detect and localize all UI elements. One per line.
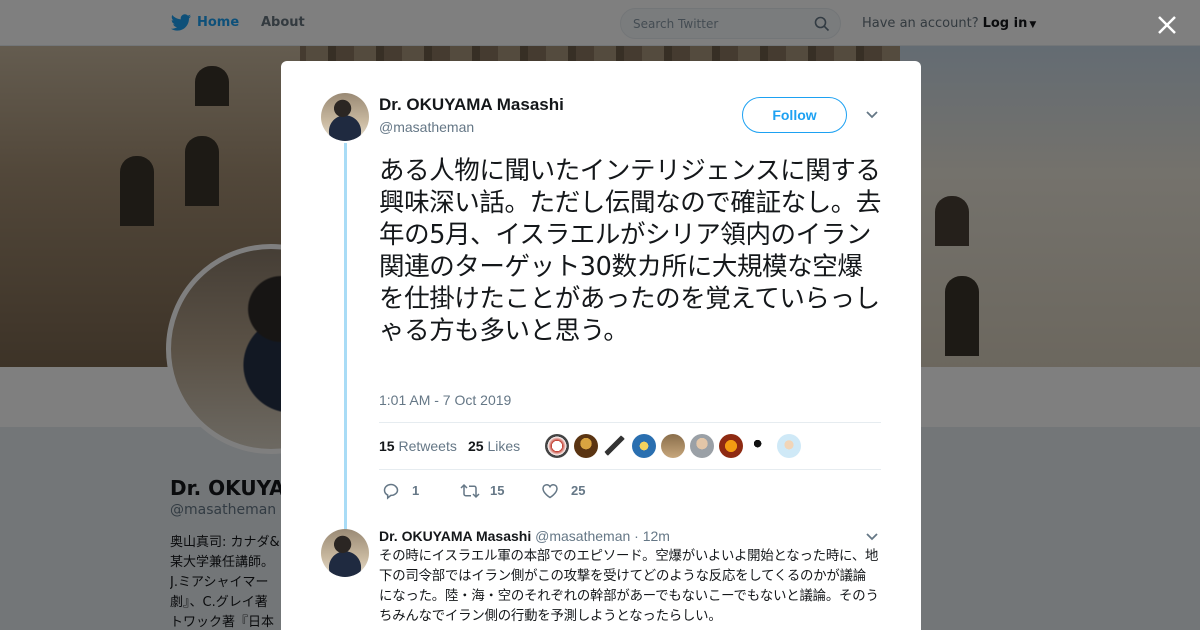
retweet-icon [460, 483, 480, 499]
retweet-action-count: 15 [490, 483, 505, 498]
retweets-label: Retweets [398, 438, 457, 454]
liker-avatar[interactable] [545, 434, 569, 458]
reply-header: Dr. OKUYAMA Masashi @masatheman · 12m [379, 528, 670, 544]
liker-avatar[interactable] [777, 434, 801, 458]
reply-text: その時にイスラエル軍の本部でのエピソード。空爆がいよいよ開始となった時に、地下の… [379, 549, 879, 624]
author-avatar[interactable] [321, 93, 369, 141]
heart-icon [542, 483, 558, 499]
follow-button[interactable]: Follow [742, 97, 847, 133]
reply-icon [383, 483, 399, 500]
like-action-count: 25 [571, 483, 586, 498]
likes-label: Likes [487, 438, 521, 454]
liker-avatar[interactable] [661, 434, 685, 458]
chevron-down-icon[interactable] [865, 532, 879, 542]
retweets-count: 15 [379, 438, 395, 454]
liker-avatar[interactable] [574, 434, 598, 458]
reply-count: 1 [412, 483, 420, 498]
liker-avatar[interactable] [632, 434, 656, 458]
liker-avatar[interactable] [603, 434, 627, 458]
tweet-text: ある人物に聞いたインテリジェンスに関する興味深い話。ただし伝聞なので確証なし。去… [379, 156, 882, 346]
reply-author-handle[interactable]: @masatheman [535, 528, 630, 544]
reply-author-avatar[interactable] [321, 529, 369, 577]
author-handle[interactable]: @masatheman [379, 119, 474, 135]
chevron-down-icon[interactable] [865, 110, 879, 120]
tweet-timestamp[interactable]: 1:01 AM - 7 Oct 2019 [379, 392, 511, 408]
liker-avatar[interactable] [748, 434, 772, 458]
tweet-actions: 1 15 25 [379, 481, 679, 501]
likes-stat[interactable]: 25 Likes [468, 438, 520, 454]
close-icon[interactable] [1155, 13, 1179, 37]
likes-count: 25 [468, 438, 484, 454]
author-name[interactable]: Dr. OKUYAMA Masashi [379, 95, 564, 115]
liker-avatar[interactable] [690, 434, 714, 458]
retweets-stat[interactable]: 15 Retweets [379, 438, 457, 454]
tweet-stats: 15 Retweets 25 Likes [379, 422, 881, 470]
reply-author-name[interactable]: Dr. OKUYAMA Masashi [379, 528, 531, 544]
liker-avatar[interactable] [719, 434, 743, 458]
reply-time[interactable]: · 12m [634, 528, 670, 544]
thread-connector [344, 143, 347, 563]
tweet-modal: Dr. OKUYAMA Masashi @masatheman Follow あ… [281, 61, 921, 630]
